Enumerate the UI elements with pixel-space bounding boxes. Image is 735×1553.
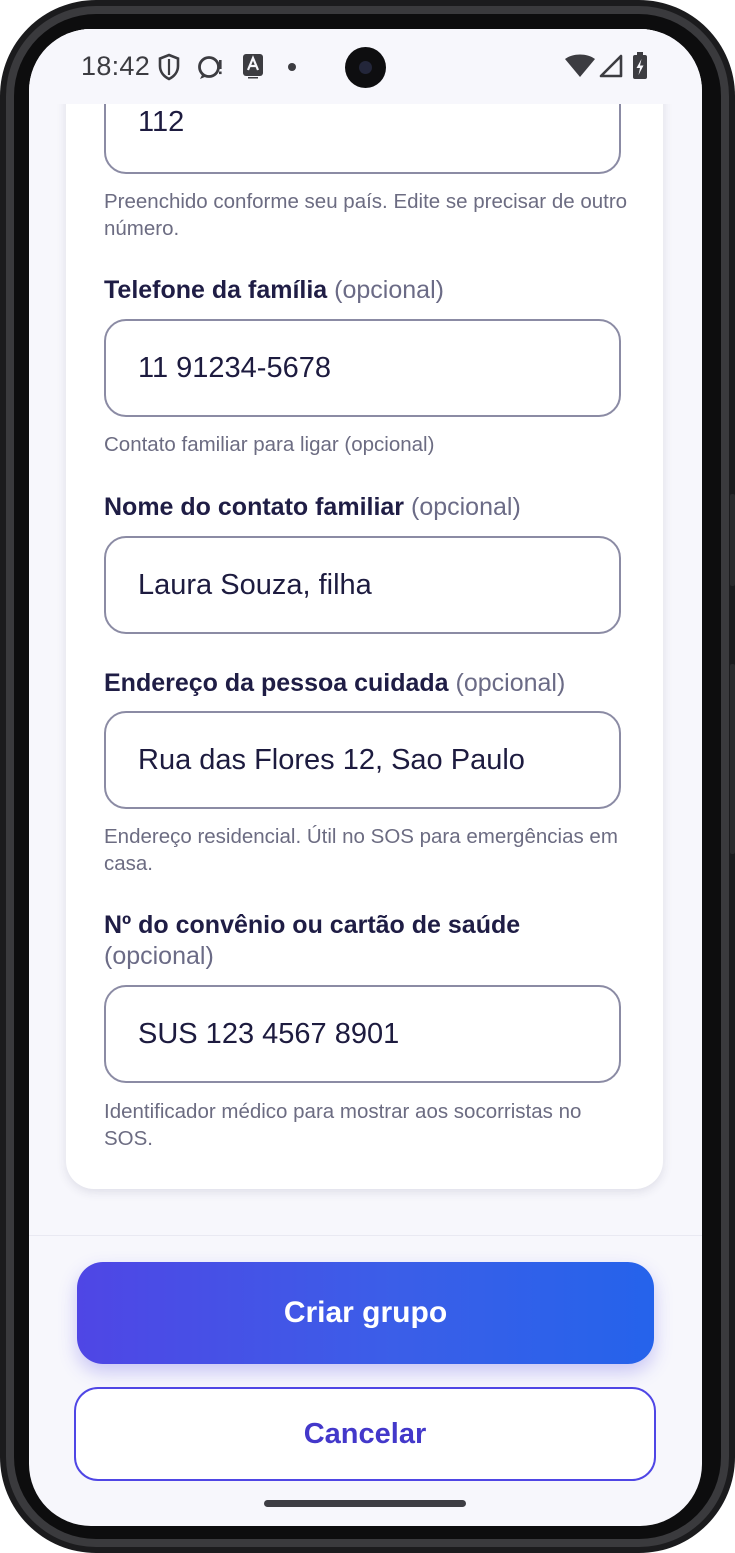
optional-tag: (opcional): [104, 942, 214, 970]
address-helper: Endereço residencial. Útil no SOS para e…: [104, 825, 618, 875]
health-card-input[interactable]: SUS 123 4567 8901: [104, 985, 621, 1083]
screen: 18:42 112 Preenchido conforme seu país. …: [29, 29, 702, 1526]
health-card-helper: Identificador médico para mostrar aos so…: [104, 1100, 582, 1150]
wifi-icon: [565, 54, 595, 77]
phone-frame: 18:42 112 Preenchido conforme seu país. …: [0, 0, 735, 1553]
optional-tag: (opcional): [334, 276, 444, 304]
footer-divider: [29, 1235, 702, 1236]
shield-icon: [158, 53, 180, 81]
status-time: 18:42: [81, 51, 151, 81]
cancel-button[interactable]: Cancelar: [74, 1387, 656, 1481]
battery-charging-icon: [633, 52, 647, 79]
family-contact-name-input[interactable]: Laura Souza, filha: [104, 536, 621, 634]
power-button: [730, 664, 735, 854]
emergency-number-helper: Preenchido conforme seu país. Edite se p…: [104, 190, 628, 240]
health-card-value: SUS 123 4567 8901: [138, 1017, 400, 1050]
family-phone-input[interactable]: 11 91234-5678: [104, 319, 621, 417]
volume-button: [730, 494, 735, 586]
front-camera: [345, 47, 386, 88]
dot-icon: [288, 63, 296, 71]
family-phone-value: 11 91234-5678: [138, 351, 331, 384]
create-group-button[interactable]: Criar grupo: [77, 1262, 654, 1364]
optional-tag: (opcional): [411, 493, 521, 521]
family-contact-name-label: Nome do contato familiar (opcional): [104, 493, 521, 521]
chat-alert-icon: [198, 56, 222, 79]
signal-icon: [599, 54, 623, 78]
text-a-icon: [243, 54, 263, 79]
family-phone-helper: Contato familiar para ligar (opcional): [104, 433, 435, 456]
address-label: Endereço da pessoa cuidada (opcional): [104, 669, 566, 697]
optional-tag: (opcional): [455, 669, 566, 697]
health-card-label: Nº do convênio ou cartão de saúde (opcio…: [104, 911, 521, 970]
family-phone-label: Telefone da família (opcional): [104, 276, 444, 304]
family-contact-name-value: Laura Souza, filha: [138, 568, 372, 601]
home-indicator[interactable]: [264, 1500, 466, 1507]
status-bar: 18:42: [29, 29, 702, 104]
address-input[interactable]: Rua das Flores 12, Sao Paulo: [104, 711, 621, 809]
address-value: Rua das Flores 12, Sao Paulo: [138, 743, 525, 776]
